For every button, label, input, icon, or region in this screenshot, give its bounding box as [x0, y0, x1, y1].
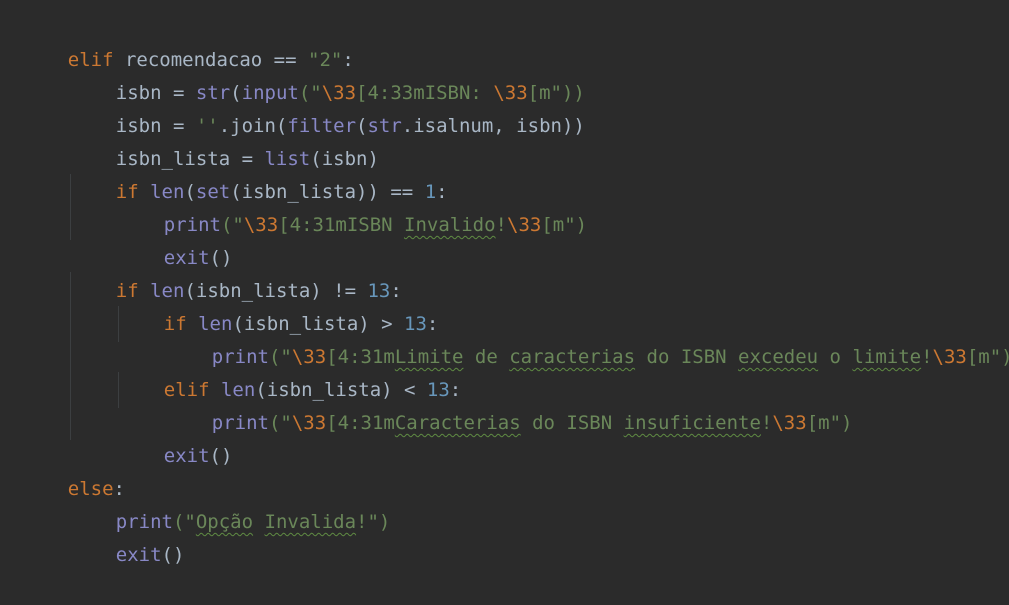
typo-word: excedeu [738, 346, 819, 368]
typo-word: Caracterias [394, 412, 521, 434]
string-literal: o [818, 346, 853, 368]
code-line-16[interactable]: exit() [22, 506, 185, 566]
string-literal: [m") [806, 412, 853, 434]
typo-word: Invalida [264, 511, 357, 533]
string-literal: [4:31mISBN [278, 214, 405, 236]
string-literal [253, 511, 264, 533]
code-line-11[interactable]: elif len(isbn_lista) < 13: [22, 341, 461, 401]
code-line-15[interactable]: print("Opção Invalida!") [22, 473, 391, 533]
escape-sequence: \33 [243, 214, 279, 236]
string-literal: do ISBN [635, 346, 739, 368]
string-literal: de [463, 346, 510, 368]
code-line-1[interactable]: elif recomendacao == "2": [22, 11, 354, 71]
token: () [161, 544, 185, 566]
code-line-8[interactable]: if len(isbn_lista) != 13: [22, 242, 402, 302]
typo-word: Opção [195, 511, 254, 533]
builtin-exit: exit [163, 445, 210, 467]
string-literal: !") [356, 511, 391, 533]
typo-word: insuficiente [623, 412, 761, 434]
string-literal: [m") [541, 214, 588, 236]
code-line-13[interactable]: exit() [22, 407, 233, 467]
code-editor[interactable]: elif recomendacao == "2": isbn = str(inp… [0, 0, 1009, 566]
code-line-3[interactable]: isbn = ''.join(filter(str.isalnum, isbn)… [22, 77, 585, 137]
typo-word: Invalido [404, 214, 496, 236]
code-line-7[interactable]: exit() [22, 209, 233, 269]
code-line-10[interactable]: print("\33[4:31mLimite de caracterias do… [22, 308, 1009, 368]
string-literal: ! [760, 412, 773, 434]
escape-sequence: \33 [291, 412, 327, 434]
code-line-14[interactable]: else: [22, 440, 125, 500]
escape-sequence: \33 [932, 346, 967, 368]
string-literal: ! [495, 214, 507, 236]
token: .isalnum, isbn)) [401, 115, 585, 137]
escape-sequence: \33 [507, 214, 542, 236]
token: () [209, 445, 233, 467]
string-literal: (" [268, 412, 292, 434]
string-literal: [m") [966, 346, 1009, 368]
string-literal: do ISBN [520, 412, 624, 434]
typo-word: limite [852, 346, 922, 368]
code-line-12[interactable]: print("\33[4:31mCaracterias do ISBN insu… [22, 374, 853, 434]
code-line-4[interactable]: isbn_lista = list(isbn) [22, 110, 379, 170]
escape-sequence: \33 [772, 412, 807, 434]
code-line-9[interactable]: if len(isbn_lista) > 13: [22, 275, 439, 335]
typo-word: caracterias [509, 346, 636, 368]
string-literal: [4:31m [326, 412, 395, 434]
code-line-6[interactable]: print("\33[4:31mISBN Invalido!\33[m") [22, 176, 587, 236]
code-line-5[interactable]: if len(set(isbn_lista)) == 1: [22, 143, 448, 203]
code-line-2[interactable]: isbn = str(input("\33[4:33mISBN: \33[m")… [22, 44, 585, 104]
string-literal: ! [921, 346, 933, 368]
builtin-exit: exit [115, 544, 162, 566]
